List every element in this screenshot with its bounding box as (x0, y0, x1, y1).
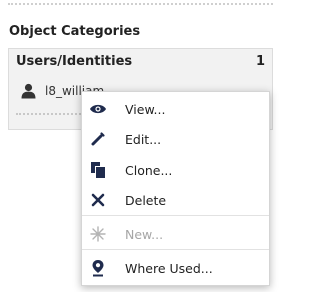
menu-separator (82, 249, 269, 250)
menu-item-label: Edit... (125, 131, 162, 147)
menu-item-label: Delete (125, 192, 167, 208)
x-icon (84, 186, 112, 214)
menu-item-delete[interactable]: Delete (82, 186, 269, 214)
menu-item-label: Clone... (125, 162, 173, 178)
context-menu: View... Edit... Clone... Delete New... W… (81, 91, 270, 286)
location-pin-icon (84, 254, 112, 282)
menu-item-label: New... (125, 226, 164, 242)
section-title: Object Categories (9, 24, 141, 39)
menu-item-label: Where Used... (125, 260, 213, 276)
panel-title: Users/Identities (16, 54, 133, 69)
clone-icon (84, 156, 112, 184)
panel-header[interactable]: Users/Identities 1 (16, 54, 265, 69)
new-icon (84, 220, 112, 248)
user-icon (21, 83, 36, 99)
menu-item-view[interactable]: View... (82, 95, 269, 123)
menu-item-new: New... (82, 220, 269, 248)
pencil-icon (84, 125, 112, 153)
menu-item-label: View... (125, 101, 166, 117)
menu-item-where-used[interactable]: Where Used... (82, 254, 269, 282)
panel-count: 1 (255, 54, 265, 69)
menu-item-edit[interactable]: Edit... (82, 125, 269, 153)
menu-separator (82, 215, 269, 216)
menu-item-clone[interactable]: Clone... (82, 156, 269, 184)
top-divider (8, 3, 273, 5)
eye-icon (84, 95, 112, 123)
